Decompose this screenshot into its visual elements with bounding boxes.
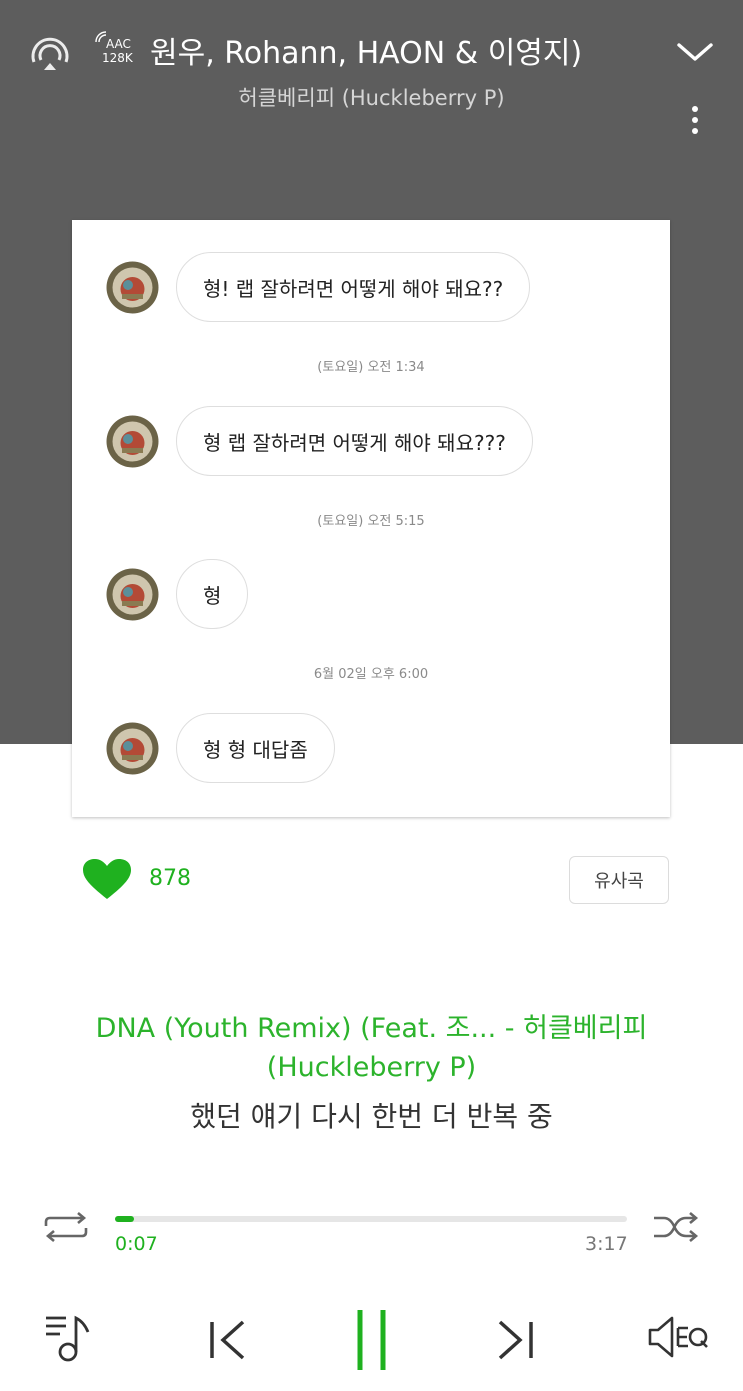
audio-quality-badge: AAC 128K xyxy=(102,37,133,65)
avatar xyxy=(106,261,159,314)
codec-label: AAC xyxy=(106,37,131,51)
like-count: 878 xyxy=(149,866,191,891)
next-track-icon[interactable] xyxy=(492,1318,536,1362)
chat-bubble: 형 xyxy=(176,559,249,629)
chat-bubble: 형! 랩 잘하려면 어떻게 해야 돼요?? xyxy=(176,252,531,322)
pause-icon[interactable] xyxy=(352,1308,392,1372)
chat-timestamp: (토요일) 오전 1:34 xyxy=(317,360,425,375)
avatar xyxy=(106,415,159,468)
playlist-icon[interactable] xyxy=(44,1314,98,1364)
avatar xyxy=(106,722,159,775)
lyric-line[interactable]: 했던 얘기 다시 한번 더 반복 중 xyxy=(0,1095,743,1135)
avatar xyxy=(106,568,159,621)
chat-message: 형 xyxy=(72,559,670,631)
shuffle-icon[interactable] xyxy=(652,1212,700,1242)
progress-fill xyxy=(115,1216,134,1222)
song-artist-line[interactable]: (Huckleberry P) xyxy=(0,1052,743,1083)
song-title-line[interactable]: DNA (Youth Remix) (Feat. 조... - 허클베리피 xyxy=(0,1006,743,1045)
total-time: 3:17 xyxy=(585,1233,628,1255)
more-options-icon[interactable] xyxy=(688,104,702,136)
similar-songs-button[interactable]: 유사곡 xyxy=(569,856,669,904)
chat-message: 형 랩 잘하려면 어떻게 해야 돼요??? xyxy=(72,406,670,478)
chat-timestamp: 6월 02일 오후 6:00 xyxy=(313,667,429,682)
bitrate-label: 128K xyxy=(102,51,133,65)
equalizer-icon[interactable] xyxy=(646,1314,710,1360)
album-art: 형! 랩 잘하려면 어떻게 해야 돼요?? (토요일) 오전 1:34 형 랩 … xyxy=(72,220,670,817)
previous-track-icon[interactable] xyxy=(207,1318,251,1362)
song-title: 원우, Rohann, HAON & 이영지) xyxy=(150,36,583,71)
progress-bar[interactable] xyxy=(115,1216,627,1222)
repeat-icon[interactable] xyxy=(42,1212,90,1242)
current-time: 0:07 xyxy=(115,1233,158,1255)
chat-bubble: 형 형 대답좀 xyxy=(176,713,335,783)
chat-message: 형! 랩 잘하려면 어떻게 해야 돼요?? xyxy=(72,252,670,324)
chat-message: 형 형 대답좀 xyxy=(72,713,670,785)
chevron-down-icon[interactable] xyxy=(676,40,714,64)
heart-icon[interactable] xyxy=(82,858,132,900)
chat-timestamp: (토요일) 오전 5:15 xyxy=(317,514,425,529)
artist-name[interactable]: 허클베리피 (Huckleberry P) xyxy=(0,82,743,112)
cast-icon[interactable] xyxy=(28,32,72,72)
chat-bubble: 형 랩 잘하려면 어떻게 해야 돼요??? xyxy=(176,406,533,476)
